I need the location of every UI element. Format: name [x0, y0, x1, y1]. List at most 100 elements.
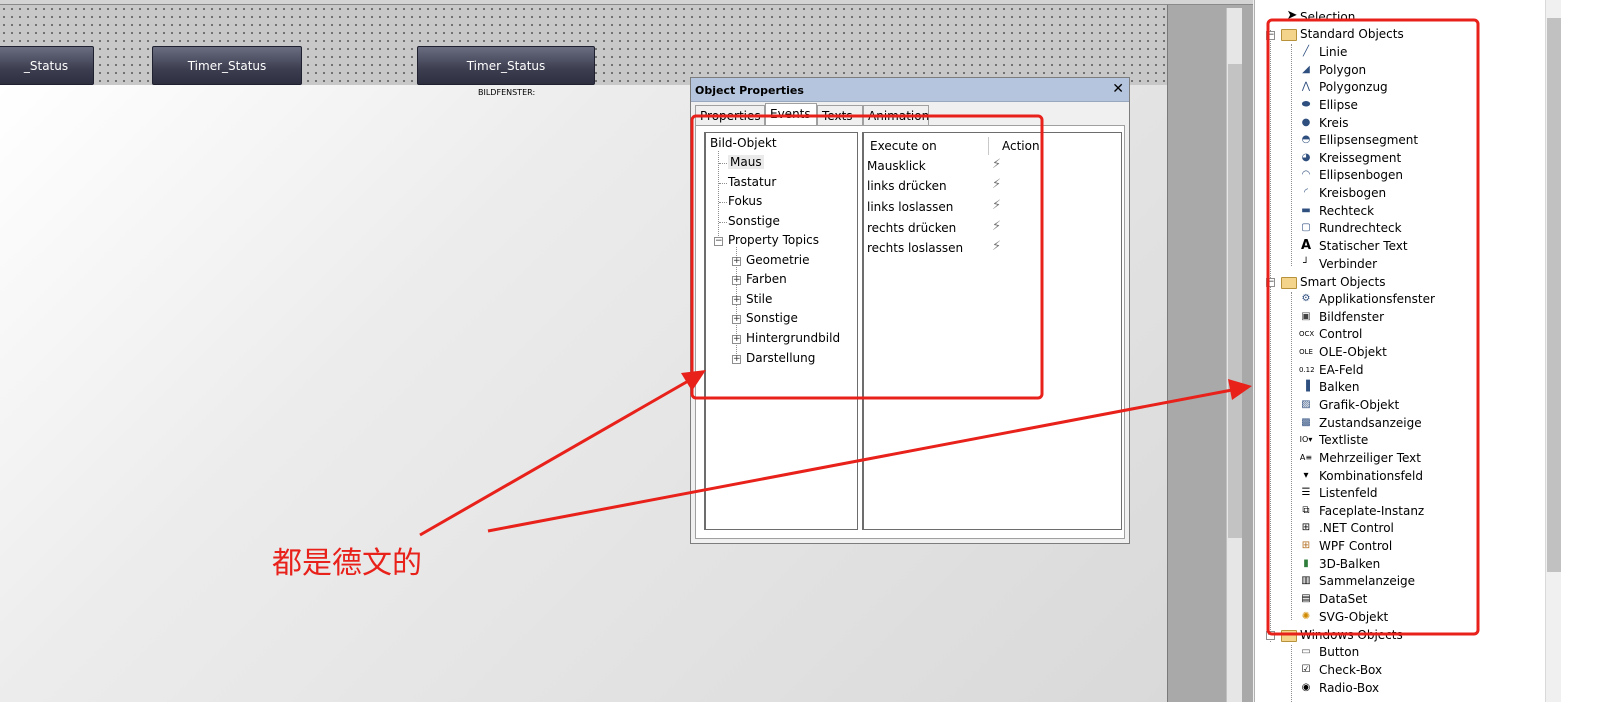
palette-item-radio-box[interactable]: Radio-Box: [1319, 681, 1379, 695]
tab-events[interactable]: Events: [765, 103, 817, 125]
tree-item-tastatur[interactable]: Tastatur: [728, 175, 776, 189]
event-row-mausklick[interactable]: Mausklick: [867, 159, 926, 173]
palette-group-smart-objects[interactable]: Smart Objects: [1300, 275, 1385, 289]
palette-item-kreissegment[interactable]: Kreissegment: [1319, 151, 1401, 165]
event-row-links-druecken[interactable]: links drücken: [867, 179, 947, 193]
lightning-icon[interactable]: ⚡: [992, 177, 1001, 192]
collapse-icon[interactable]: −: [1266, 31, 1275, 40]
lightning-icon[interactable]: ⚡: [992, 239, 1001, 254]
expand-icon[interactable]: +: [732, 257, 741, 266]
palette-item-svg-objekt[interactable]: SVG-Objekt: [1319, 610, 1388, 624]
tab-animation[interactable]: Animation: [863, 105, 929, 125]
expand-icon[interactable]: +: [732, 335, 741, 344]
palette-item-textliste[interactable]: Textliste: [1319, 433, 1368, 447]
collapse-icon[interactable]: −: [1266, 631, 1275, 640]
tree-connector: [719, 202, 727, 203]
palette-item-verbinder[interactable]: Verbinder: [1319, 257, 1377, 271]
tree-item-sonstige[interactable]: Sonstige: [728, 214, 780, 228]
expand-icon[interactable]: +: [732, 315, 741, 324]
palette-item-kreisbogen[interactable]: Kreisbogen: [1319, 186, 1386, 200]
tree-item-maus[interactable]: Maus: [728, 155, 764, 169]
column-separator[interactable]: [988, 137, 989, 155]
tree-item-hintergrundbild[interactable]: Hintergrundbild: [746, 331, 840, 345]
lightning-icon[interactable]: ⚡: [992, 219, 1001, 234]
event-row-rechts-loslassen[interactable]: rechts loslassen: [867, 241, 963, 255]
palette-item-dataset[interactable]: DataSet: [1319, 592, 1367, 606]
tab-texts[interactable]: Texts: [817, 105, 863, 125]
expand-icon[interactable]: +: [732, 276, 741, 285]
palette-item-sammelanzeige[interactable]: Sammelanzeige: [1319, 574, 1415, 588]
canvas-scroll-thumb[interactable]: [1228, 64, 1242, 538]
palette-item-check-box[interactable]: Check-Box: [1319, 663, 1382, 677]
column-header-execute-on[interactable]: Execute on: [870, 139, 937, 153]
palette-item-rechteck[interactable]: Rechteck: [1319, 204, 1374, 218]
tab-properties[interactable]: Properties: [695, 105, 765, 125]
lightning-icon[interactable]: ⚡: [992, 198, 1001, 213]
palette-item-grafik-objekt[interactable]: Grafik-Objekt: [1319, 398, 1399, 412]
palette-scroll-thumb[interactable]: [1547, 18, 1561, 572]
tree-item-stile[interactable]: Stile: [746, 292, 772, 306]
palette-item-zustandsanzeige[interactable]: Zustandsanzeige: [1319, 416, 1422, 430]
event-tree-panel[interactable]: Bild-Objekt Maus Tastatur Fokus Sonstige…: [704, 132, 858, 530]
annotation-text: 都是德文的: [272, 546, 422, 581]
expand-icon[interactable]: +: [732, 296, 741, 305]
graphic-object-icon: ▨: [1301, 399, 1311, 410]
tree-item-geometrie[interactable]: Geometrie: [746, 253, 809, 267]
dataset-icon: ▤: [1301, 593, 1311, 604]
checkbox-icon: ☑: [1301, 664, 1311, 675]
palette-item-ellipse[interactable]: Ellipse: [1319, 98, 1358, 112]
palette-item-selection[interactable]: Selection: [1300, 10, 1355, 24]
palette-item-listenfeld[interactable]: Listenfeld: [1319, 486, 1378, 500]
palette-item-kombinationsfeld[interactable]: Kombinationsfeld: [1319, 469, 1423, 483]
tree-item-sonstige-topic[interactable]: Sonstige: [746, 311, 798, 325]
collapse-icon[interactable]: −: [1266, 278, 1275, 287]
expand-icon[interactable]: +: [732, 355, 741, 364]
palette-item-net-control[interactable]: .NET Control: [1319, 521, 1394, 535]
palette-item-ellipsenbogen[interactable]: Ellipsenbogen: [1319, 168, 1403, 182]
palette-item-ea-feld[interactable]: EA-Feld: [1319, 363, 1363, 377]
palette-item-linie[interactable]: Linie: [1319, 45, 1347, 59]
close-icon[interactable]: ✕: [1112, 81, 1124, 97]
palette-item-applikationsfenster[interactable]: Applikationsfenster: [1319, 292, 1435, 306]
palette-item-faceplate-instanz[interactable]: Faceplate-Instanz: [1319, 504, 1424, 518]
dialog-titlebar[interactable]: Object Properties ✕: [691, 78, 1129, 102]
palette-item-mehrzeiliger-text[interactable]: Mehrzeiliger Text: [1319, 451, 1421, 465]
palette-group-standard-objects[interactable]: Standard Objects: [1300, 27, 1404, 41]
net-control-icon: ⊞: [1301, 522, 1311, 533]
palette-item-wpf-control[interactable]: WPF Control: [1319, 539, 1392, 553]
tree-item-fokus[interactable]: Fokus: [728, 194, 762, 208]
tree-item-darstellung[interactable]: Darstellung: [746, 351, 815, 365]
event-row-rechts-druecken[interactable]: rechts drücken: [867, 221, 956, 235]
canvas-vertical-scrollbar[interactable]: [1226, 8, 1242, 702]
palette-item-bildfenster[interactable]: Bildfenster: [1319, 310, 1384, 324]
palette-item-ellipsensegment[interactable]: Ellipsensegment: [1319, 133, 1418, 147]
palette-item-rundrechteck[interactable]: Rundrechteck: [1319, 221, 1402, 235]
column-separator[interactable]: [1042, 137, 1043, 155]
palette-item-button[interactable]: Button: [1319, 645, 1359, 659]
tree-connector: [719, 222, 727, 223]
palette-item-control[interactable]: Control: [1319, 327, 1362, 341]
palette-item-ole-objekt[interactable]: OLE-Objekt: [1319, 345, 1387, 359]
object-properties-dialog[interactable]: Object Properties ✕ Properties Events Te…: [690, 77, 1130, 544]
collapse-icon[interactable]: −: [714, 237, 723, 246]
tree-item-property-topics[interactable]: Property Topics: [728, 233, 819, 247]
status-button-1[interactable]: _Status: [0, 46, 94, 85]
event-list-panel[interactable]: Execute on Action Mausklick ⚡ links drüc…: [862, 132, 1122, 530]
palette-group-windows-objects[interactable]: Windows Objects: [1300, 628, 1403, 642]
timer-status-button-2[interactable]: Timer_Status: [417, 46, 595, 85]
tree-item-farben[interactable]: Farben: [746, 272, 787, 286]
event-row-links-loslassen[interactable]: links loslassen: [867, 200, 953, 214]
palette-item-balken[interactable]: Balken: [1319, 380, 1359, 394]
status-display-icon: ▩: [1301, 417, 1311, 428]
palette-item-polygonzug[interactable]: Polygonzug: [1319, 80, 1388, 94]
palette-item-polygon[interactable]: Polygon: [1319, 63, 1366, 77]
lightning-icon[interactable]: ⚡: [992, 157, 1001, 172]
ocx-control-icon: OCX: [1299, 330, 1315, 338]
palette-vertical-scrollbar[interactable]: [1545, 0, 1561, 702]
column-header-action[interactable]: Action: [1002, 139, 1040, 153]
timer-status-button-1[interactable]: Timer_Status: [152, 46, 302, 85]
tree-item-bild-objekt[interactable]: Bild-Objekt: [710, 136, 777, 150]
palette-item-3d-balken[interactable]: 3D-Balken: [1319, 557, 1380, 571]
palette-item-statischer-text[interactable]: Statischer Text: [1319, 239, 1408, 253]
palette-item-kreis[interactable]: Kreis: [1319, 116, 1349, 130]
